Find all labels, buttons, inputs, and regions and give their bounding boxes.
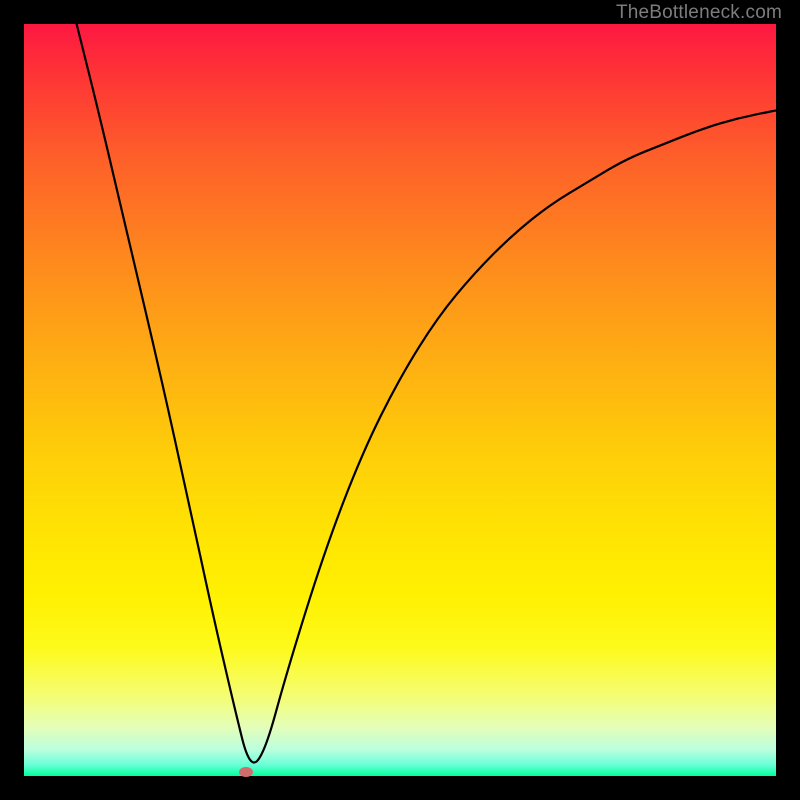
plot-area: [24, 24, 776, 776]
watermark-text: TheBottleneck.com: [616, 2, 782, 24]
min-marker: [239, 767, 253, 777]
chart-frame: TheBottleneck.com: [0, 0, 800, 800]
bottleneck-curve: [24, 24, 776, 776]
